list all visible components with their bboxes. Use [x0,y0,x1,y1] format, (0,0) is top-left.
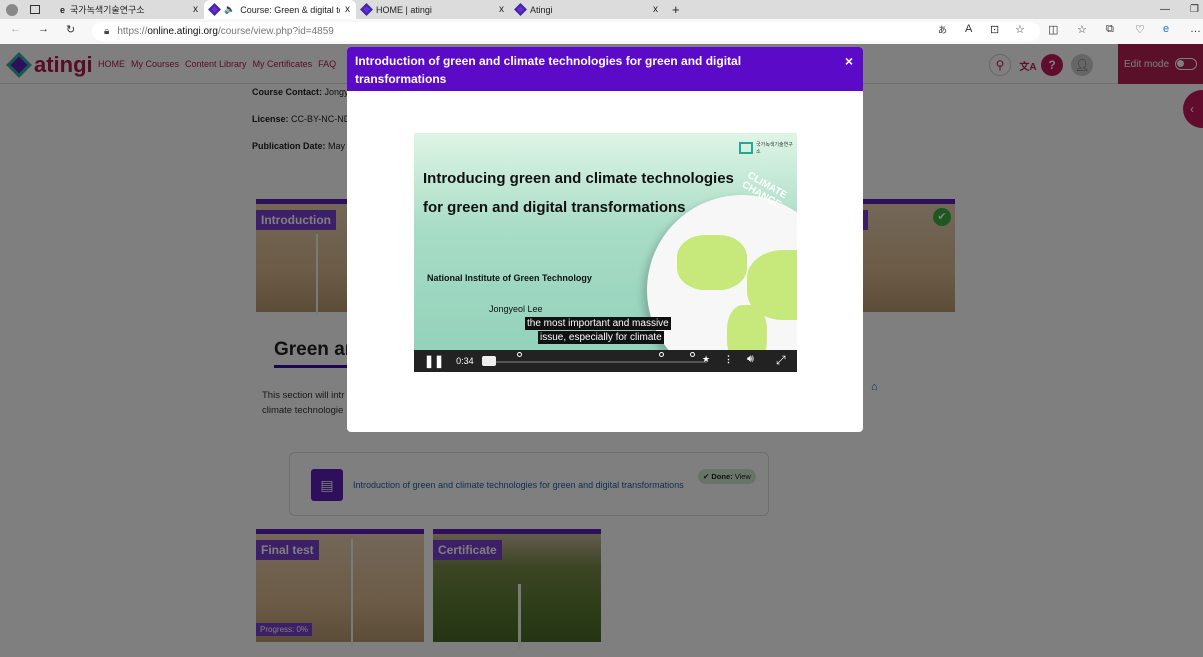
favorites-icon[interactable]: ☆ [1077,23,1087,36]
more-icon[interactable]: … [1190,23,1201,35]
url-field[interactable]: 🔒︎ https://online.atingi.org/course/view… [92,22,1040,41]
tab-course[interactable]: 🔈Course: Green & digital techx [204,0,356,19]
edge-copilot-icon[interactable]: e [1163,23,1169,35]
video-modal: Introduction of green and climate techno… [347,47,863,432]
refresh-icon[interactable]: ↻ [66,23,75,36]
video-controls: ❚❚ 0:34 ★ ⋮ 🔊︎ ⤢ [414,350,797,372]
close-tab-icon[interactable]: x [345,4,350,15]
video-time: 0:34 [456,356,474,366]
tab-actions-icon[interactable] [30,5,40,14]
favorite-icon[interactable]: ☆ [1015,23,1025,36]
more-options-icon[interactable]: ⋮ [724,354,733,365]
caption-line: the most important and massive [525,317,671,330]
back-icon[interactable]: ← [10,23,21,35]
address-bar-row: ← → ↻ 🔒︎ https://online.atingi.org/cours… [0,19,1203,44]
nigt-logo: 국가녹색기술연구소 [739,141,796,155]
pause-icon[interactable]: ❚❚ [424,354,444,368]
profile-icon[interactable] [6,3,18,16]
close-icon[interactable]: × [845,53,853,69]
modal-title: Introduction of green and climate techno… [347,47,863,91]
atingi-icon [514,3,527,16]
lock-icon: 🔒︎ [104,26,110,37]
minimize-button[interactable]: — [1160,4,1170,15]
browser-tab-bar: e국가녹색기술연구소x 🔈Course: Green & digital tec… [0,0,1203,19]
atingi-icon [360,3,373,16]
seek-handle[interactable] [482,356,496,366]
caption-line: issue, especially for climate [538,331,664,344]
tab-atingi[interactable]: Atingi x [510,0,664,19]
fullscreen-icon[interactable]: ⤢ [776,353,786,368]
forward-icon[interactable]: → [38,23,49,35]
new-tab-button[interactable]: + [672,2,680,17]
app-icon[interactable]: ⊡ [990,23,999,36]
split-screen-icon[interactable]: ◫ [1048,23,1058,36]
close-tab-icon[interactable]: x [499,4,504,15]
close-tab-icon[interactable]: x [193,4,198,15]
seek-bar[interactable] [482,361,707,363]
tab-nigt[interactable]: e 국가녹색기술연구소 x [54,0,204,19]
volume-icon[interactable]: 🔊︎ [747,353,754,366]
translate-icon[interactable]: あ [938,23,947,36]
bookmark-star-icon[interactable]: ★ [702,354,710,365]
globe-illustration [647,195,797,372]
restore-button[interactable]: ❐ [1190,4,1199,15]
edge-icon: e [60,4,66,15]
speaker-icon[interactable]: 🔈 [224,4,235,15]
atingi-icon [208,3,221,16]
tab-home[interactable]: HOME | atingi x [356,0,510,19]
chapter-marker[interactable] [690,352,695,357]
close-tab-icon[interactable]: x [653,4,658,15]
collections-icon[interactable]: ⧉ [1106,23,1114,36]
chapter-marker[interactable] [517,352,522,357]
browser-essentials-icon[interactable]: ♡ [1135,23,1145,36]
chapter-marker[interactable] [659,352,664,357]
video-player[interactable]: 국가녹색기술연구소 Introducing green and climate … [414,133,797,372]
read-aloud-icon[interactable]: A [965,23,972,35]
